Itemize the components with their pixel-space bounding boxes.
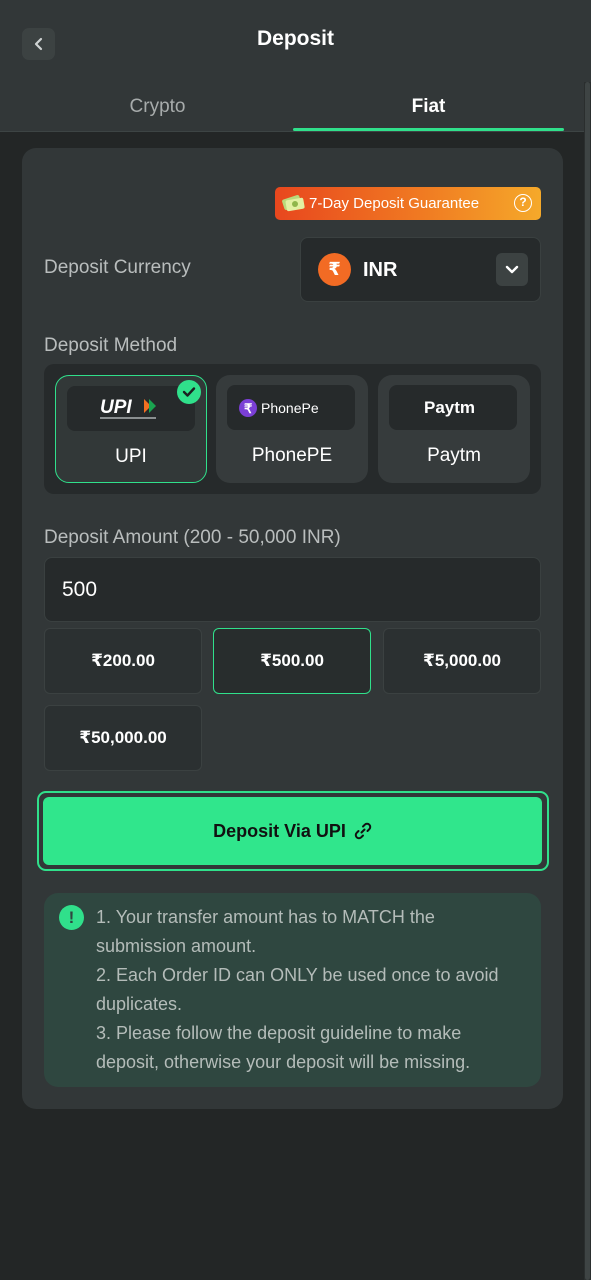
- chevron-down-icon: [505, 265, 519, 273]
- paytm-logo: Paytm: [389, 385, 517, 430]
- method-paytm[interactable]: Paytm Paytm: [378, 375, 530, 483]
- preset-amount-50000[interactable]: ₹50,000.00: [44, 705, 202, 771]
- paytm-icon: Paytm: [424, 398, 475, 417]
- link-icon: [354, 822, 372, 840]
- currency-code: INR: [363, 259, 398, 281]
- notice-line: 3. Please follow the deposit guideline t…: [96, 1023, 471, 1072]
- upi-logo: UPI: [67, 386, 195, 431]
- method-upi[interactable]: UPI UPI: [55, 375, 207, 483]
- notice-line: 2. Each Order ID can ONLY be used once t…: [96, 965, 499, 1014]
- active-tab-indicator: [293, 128, 564, 131]
- top-bar: Deposit: [0, 0, 591, 82]
- upi-logo-text: UPI: [100, 397, 132, 418]
- page-title: Deposit: [256, 27, 334, 50]
- upi-icon: UPI: [100, 397, 156, 419]
- phonepe-icon: ₹ PhonePe: [239, 398, 319, 417]
- help-icon[interactable]: ?: [514, 194, 532, 212]
- deposit-method-label: Deposit Method: [44, 335, 178, 356]
- currency-select[interactable]: ₹ INR: [300, 237, 541, 302]
- deposit-guarantee-banner[interactable]: 7-Day Deposit Guarantee ?: [275, 187, 541, 220]
- method-name-phonepe: PhonePE: [251, 445, 333, 466]
- tab-crypto[interactable]: Crypto: [22, 82, 293, 132]
- notice-line: 1. Your transfer amount has to MATCH the…: [96, 907, 435, 956]
- deposit-amount-label: Deposit Amount (200 - 50,000 INR): [44, 527, 341, 548]
- deposit-currency-label: Deposit Currency: [44, 257, 191, 278]
- deposit-button-label: Deposit Via UPI: [213, 820, 346, 841]
- preset-amount-5000[interactable]: ₹5,000.00: [383, 628, 541, 694]
- deposit-amount-input[interactable]: [44, 557, 541, 622]
- exclamation-icon: !: [59, 905, 84, 930]
- tab-fiat[interactable]: Fiat: [293, 82, 564, 132]
- money-icon: [282, 195, 305, 212]
- method-name-upi: UPI: [115, 446, 147, 467]
- currency-dropdown-toggle[interactable]: [496, 253, 528, 286]
- method-phonepe[interactable]: ₹ PhonePe PhonePE: [216, 375, 368, 483]
- phonepe-logo-text: PhonePe: [261, 400, 319, 416]
- deposit-via-upi-button[interactable]: Deposit Via UPI: [43, 797, 542, 865]
- phonepe-logo: ₹ PhonePe: [227, 385, 355, 430]
- tab-bar: Crypto Fiat: [0, 82, 591, 132]
- preset-amount-200[interactable]: ₹200.00: [44, 628, 202, 694]
- notice-text: 1. Your transfer amount has to MATCH the…: [96, 903, 526, 1077]
- preset-amount-500[interactable]: ₹500.00: [213, 628, 371, 694]
- guarantee-label: 7-Day Deposit Guarantee: [309, 195, 480, 212]
- deposit-notice: ! 1. Your transfer amount has to MATCH t…: [44, 893, 541, 1087]
- paytm-logo-text: Paytm: [424, 398, 475, 417]
- method-name-paytm: Paytm: [427, 445, 481, 466]
- deposit-method-group: UPI UPI ₹ PhonePe PhonePE Paytm Paytm: [44, 364, 541, 494]
- rupee-icon: ₹: [318, 253, 351, 286]
- svg-text:₹: ₹: [244, 401, 253, 416]
- selected-check-icon: [177, 380, 201, 404]
- scrollbar-thumb[interactable]: [585, 82, 590, 1280]
